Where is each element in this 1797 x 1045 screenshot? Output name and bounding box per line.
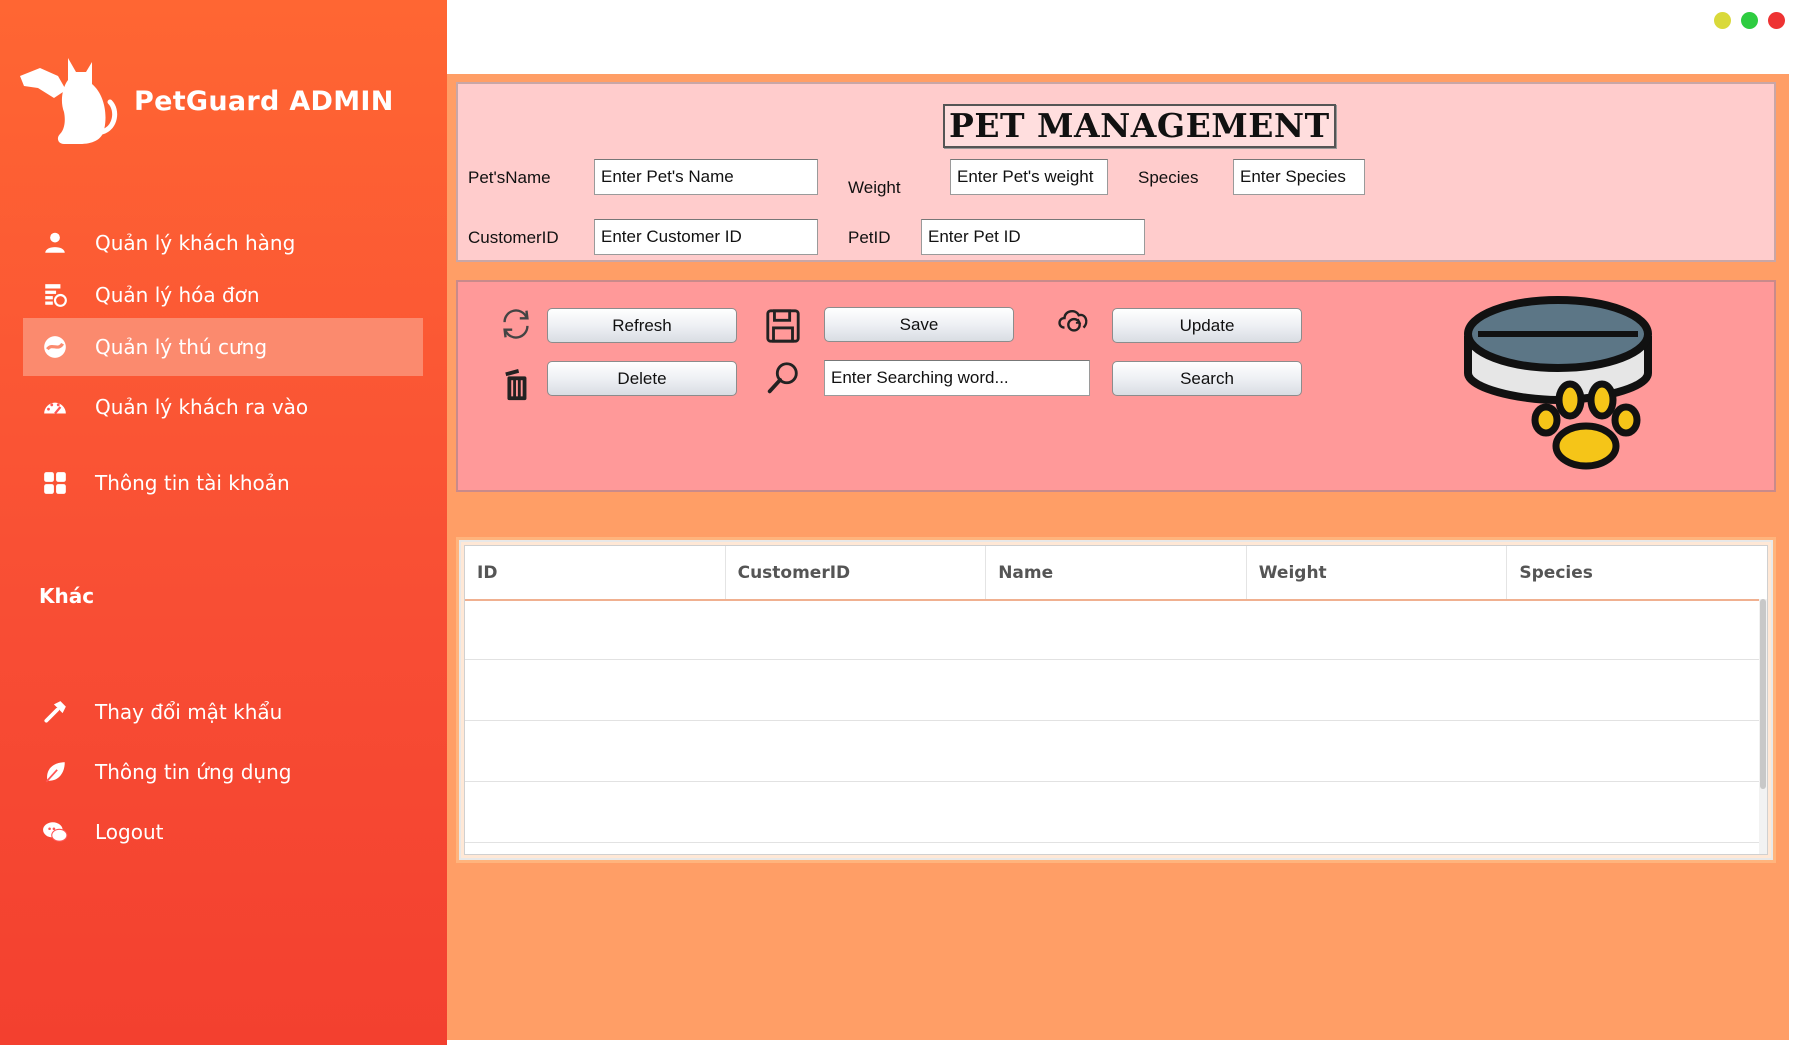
species-input[interactable]	[1233, 159, 1365, 195]
window-controls	[1714, 12, 1785, 29]
user-icon	[41, 229, 69, 257]
sidebar-item-account[interactable]: Thông tin tài khoản	[23, 454, 423, 512]
close-button[interactable]	[1768, 12, 1785, 29]
sidebar-item-label: Thông tin tài khoản	[95, 471, 290, 495]
pet-name-label: Pet'sName	[468, 168, 551, 187]
main-content: PET MANAGEMENT Pet'sName Weight Species …	[447, 74, 1789, 1040]
sidebar-item-label: Quản lý khách hàng	[95, 231, 296, 255]
sidebar-item-label: Quản lý hóa đơn	[95, 283, 260, 307]
pet-form-panel: PET MANAGEMENT Pet'sName Weight Species …	[456, 82, 1776, 262]
trash-icon	[496, 364, 536, 404]
column-header-species[interactable]: Species	[1507, 546, 1767, 599]
sidebar-item-label: Quản lý thú cưng	[95, 335, 268, 359]
sidebar-item-label: Thay đổi mật khẩu	[95, 700, 283, 724]
weight-input[interactable]	[950, 159, 1108, 195]
cloud-sync-icon	[1054, 300, 1094, 340]
delete-button[interactable]: Delete	[547, 361, 737, 396]
table-row[interactable]	[465, 599, 1759, 660]
customer-id-input[interactable]	[594, 219, 818, 255]
page-title: PET MANAGEMENT	[943, 104, 1336, 148]
search-button[interactable]: Search	[1112, 361, 1302, 396]
invoice-icon	[41, 281, 69, 309]
pet-id-label: PetID	[848, 228, 891, 247]
table-row[interactable]	[465, 782, 1759, 843]
maximize-button[interactable]	[1741, 12, 1758, 29]
sidebar-item-visits[interactable]: Quản lý khách ra vào	[23, 378, 423, 436]
sidebar: PetGuard ADMIN Quản lý khách hàng Quản l…	[0, 0, 447, 1045]
sidebar-item-customers[interactable]: Quản lý khách hàng	[23, 214, 423, 272]
app-title: PetGuard ADMIN	[134, 86, 394, 117]
table-scrollbar[interactable]	[1759, 599, 1767, 854]
pet-table: ID CustomerID Name Weight Species	[464, 545, 1768, 855]
leaf-icon	[41, 758, 69, 786]
section-label-other: Khác	[39, 584, 95, 608]
sidebar-item-invoices[interactable]: Quản lý hóa đơn	[23, 266, 423, 324]
pet-table-panel: ID CustomerID Name Weight Species	[456, 537, 1776, 863]
species-label: Species	[1138, 168, 1199, 187]
magnifier-icon	[763, 358, 803, 398]
minimize-button[interactable]	[1714, 12, 1731, 29]
column-header-customer-id[interactable]: CustomerID	[726, 546, 987, 599]
pet-icon	[41, 333, 69, 361]
pet-bowl-paw-illustration	[1464, 296, 1652, 470]
sidebar-item-label: Thông tin ứng dụng	[95, 760, 292, 784]
table-row[interactable]	[465, 660, 1759, 721]
grid-icon	[41, 469, 69, 497]
scrollbar-thumb[interactable]	[1760, 599, 1766, 789]
search-input[interactable]	[824, 360, 1090, 396]
gauge-icon	[41, 393, 69, 421]
save-disk-icon	[763, 306, 803, 346]
sidebar-item-pets[interactable]: Quản lý thú cưng	[23, 318, 423, 376]
table-header: ID CustomerID Name Weight Species	[465, 546, 1767, 601]
sidebar-item-change-password[interactable]: Thay đổi mật khẩu	[23, 683, 423, 741]
column-header-name[interactable]: Name	[986, 546, 1247, 599]
save-button[interactable]: Save	[824, 307, 1014, 342]
sidebar-item-label: Quản lý khách ra vào	[95, 395, 309, 419]
hammer-icon	[41, 698, 69, 726]
weight-label: Weight	[848, 178, 901, 197]
sidebar-item-label: Logout	[95, 820, 164, 844]
customer-id-label: CustomerID	[468, 228, 559, 247]
refresh-icon	[496, 304, 536, 344]
app-logo-cat-icon	[20, 58, 118, 144]
action-panel: Refresh Save Update Delete Search	[456, 280, 1776, 492]
column-header-weight[interactable]: Weight	[1247, 546, 1508, 599]
refresh-button[interactable]: Refresh	[547, 308, 737, 343]
pet-name-input[interactable]	[594, 159, 818, 195]
sidebar-item-logout[interactable]: Logout	[23, 803, 423, 861]
table-row[interactable]	[465, 721, 1759, 782]
pet-id-input[interactable]	[921, 219, 1145, 255]
update-button[interactable]: Update	[1112, 308, 1302, 343]
column-header-id[interactable]: ID	[465, 546, 726, 599]
chat-icon	[41, 818, 69, 846]
sidebar-item-app-info[interactable]: Thông tin ứng dụng	[23, 743, 423, 801]
